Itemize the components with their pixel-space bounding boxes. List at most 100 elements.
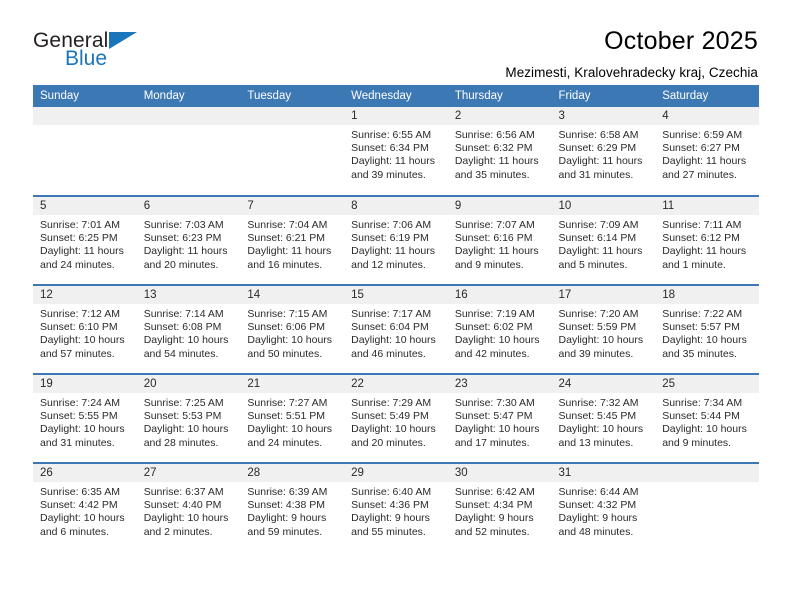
general-blue-logo[interactable]: General Blue (33, 28, 163, 76)
day-sunrise-text: Sunrise: 6:42 AM (454, 486, 535, 498)
day-daylight1-text: Daylight: 9 hours (558, 512, 638, 525)
day-sunrise-text: Sunrise: 7:19 AM (454, 308, 535, 320)
day-number: 16 (447, 286, 552, 304)
day-daylight2-text: and 20 minutes. (143, 258, 219, 271)
day-number: 17 (551, 286, 656, 304)
day-daylight2-text: and 13 minutes. (558, 436, 634, 449)
calendar-day-cell[interactable]: 12 Sunrise: 7:12 AM Sunset: 6:10 PM Dayligh… (33, 284, 137, 374)
day-sunset-text: Sunset: 5:53 PM (143, 410, 222, 423)
day-sunset-text: Sunset: 6:10 PM (40, 321, 118, 334)
calendar-day-cell[interactable]: 3 Sunrise: 6:58 AM Sunset: 6:29 PM Daylight… (551, 107, 656, 196)
day-sunrise-text: Sunrise: 6:37 AM (143, 486, 224, 498)
day-daylight2-text: and 16 minutes. (247, 258, 323, 271)
day-daylight2-text: and 39 minutes. (351, 168, 426, 181)
calendar-day-cell[interactable]: 27 Sunrise: 6:37 AM Sunset: 4:40 PM Dayligh… (136, 462, 241, 552)
day-daylight1-text: Daylight: 10 hours (247, 423, 333, 436)
day-sunset-text: Sunset: 6:12 PM (662, 232, 740, 245)
calendar-day-cell[interactable]: 28 Sunrise: 6:39 AM Sunset: 4:38 PM Dayligh… (240, 462, 345, 552)
calendar-day-cell[interactable]: 13 Sunrise: 7:14 AM Sunset: 6:08 PM Dayligh… (136, 284, 241, 374)
day-daylight2-text: and 20 minutes. (351, 436, 426, 449)
day-daylight1-text: Daylight: 11 hours (351, 245, 435, 258)
day-number: 7 (240, 197, 345, 215)
calendar-day-cell[interactable]: 9 Sunrise: 7:07 AM Sunset: 6:16 PM Daylight… (447, 195, 552, 285)
day-daylight1-text: Daylight: 10 hours (40, 334, 125, 347)
day-sunset-text: Sunset: 5:57 PM (662, 321, 740, 334)
day-sun-info: Sunrise: 7:34 AM Sunset: 5:44 PM Daylight:… (655, 393, 759, 450)
calendar-day-cell[interactable]: 2 Sunrise: 6:56 AM Sunset: 6:32 PM Daylight… (447, 107, 552, 196)
calendar-day-cell[interactable]: 22 Sunrise: 7:29 AM Sunset: 5:49 PM Dayligh… (344, 373, 448, 463)
day-daylight1-text: Daylight: 11 hours (558, 245, 643, 258)
calendar-page: General Blue October 2025 Mezimesti, Kra… (0, 0, 792, 612)
day-number: 18 (655, 286, 759, 304)
day-daylight1-text: Daylight: 9 hours (247, 512, 327, 525)
day-sunset-text: Sunset: 6:19 PM (351, 232, 429, 245)
calendar-day-cell-empty (33, 107, 137, 196)
day-sun-info: Sunrise: 7:20 AM Sunset: 5:59 PM Daylight:… (552, 304, 656, 361)
day-daylight2-text: and 9 minutes. (662, 436, 732, 449)
calendar-day-cell[interactable]: 21 Sunrise: 7:27 AM Sunset: 5:51 PM Dayligh… (240, 373, 345, 463)
day-daylight1-text: Daylight: 10 hours (454, 334, 540, 347)
day-sunset-text: Sunset: 6:34 PM (351, 142, 429, 155)
day-daylight1-text: Daylight: 10 hours (558, 423, 644, 436)
calendar-day-cell[interactable]: 18 Sunrise: 7:22 AM Sunset: 5:57 PM Dayligh… (655, 284, 759, 374)
page-header: General Blue October 2025 Mezimesti, Kra… (0, 0, 792, 81)
day-sunset-text: Sunset: 6:29 PM (558, 142, 637, 155)
calendar-day-cell-empty (240, 107, 345, 196)
day-sun-info: Sunrise: 7:03 AM Sunset: 6:23 PM Daylight:… (137, 215, 241, 272)
calendar-day-cell[interactable]: 17 Sunrise: 7:20 AM Sunset: 5:59 PM Dayligh… (551, 284, 656, 374)
day-sunset-text: Sunset: 4:42 PM (40, 499, 118, 512)
day-sun-info: Sunrise: 6:40 AM Sunset: 4:36 PM Daylight:… (344, 482, 448, 539)
calendar-day-cell[interactable]: 1 Sunrise: 6:55 AM Sunset: 6:34 PM Daylight… (344, 107, 448, 196)
calendar-day-cell[interactable]: 30 Sunrise: 6:42 AM Sunset: 4:34 PM Dayligh… (447, 462, 552, 552)
calendar-day-cell[interactable]: 4 Sunrise: 6:59 AM Sunset: 6:27 PM Daylight… (655, 107, 759, 196)
day-daylight1-text: Daylight: 10 hours (40, 423, 125, 436)
day-sunrise-text: Sunrise: 7:20 AM (558, 308, 639, 320)
day-daylight1-text: Daylight: 11 hours (247, 245, 332, 258)
day-sun-info: Sunrise: 7:12 AM Sunset: 6:10 PM Daylight:… (33, 304, 137, 361)
day-sun-info: Sunrise: 7:15 AM Sunset: 6:06 PM Daylight:… (240, 304, 344, 361)
day-daylight2-text: and 55 minutes. (351, 525, 426, 538)
calendar-day-cell[interactable]: 8 Sunrise: 7:06 AM Sunset: 6:19 PM Daylight… (344, 195, 448, 285)
day-number: 1 (344, 107, 448, 125)
day-number: 2 (447, 107, 552, 125)
calendar-day-cell[interactable]: 25 Sunrise: 7:34 AM Sunset: 5:44 PM Dayligh… (655, 373, 759, 463)
day-sunrise-text: Sunrise: 7:07 AM (454, 219, 535, 231)
calendar-day-cell[interactable]: 7 Sunrise: 7:04 AM Sunset: 6:21 PM Daylight… (240, 195, 345, 285)
calendar-day-cell[interactable]: 20 Sunrise: 7:25 AM Sunset: 5:53 PM Dayligh… (136, 373, 241, 463)
calendar-day-cell[interactable]: 16 Sunrise: 7:19 AM Sunset: 6:02 PM Dayligh… (447, 284, 552, 374)
day-sunrise-text: Sunrise: 6:44 AM (558, 486, 639, 498)
day-sun-info: Sunrise: 7:11 AM Sunset: 6:12 PM Daylight:… (655, 215, 759, 272)
day-daylight1-text: Daylight: 10 hours (558, 334, 644, 347)
calendar-day-cell[interactable]: 11 Sunrise: 7:11 AM Sunset: 6:12 PM Dayligh… (655, 195, 759, 285)
day-daylight1-text: Daylight: 10 hours (143, 423, 229, 436)
day-number: 11 (655, 197, 759, 215)
day-sunset-text: Sunset: 6:21 PM (247, 232, 326, 245)
day-sun-info: Sunrise: 7:27 AM Sunset: 5:51 PM Daylight:… (240, 393, 344, 450)
day-sunset-text: Sunset: 4:34 PM (454, 499, 533, 512)
calendar-day-cell[interactable]: 24 Sunrise: 7:32 AM Sunset: 5:45 PM Dayligh… (551, 373, 656, 463)
logo-text-blue: Blue (65, 47, 108, 70)
day-number (240, 107, 345, 125)
calendar-day-cell[interactable]: 31 Sunrise: 6:44 AM Sunset: 4:32 PM Dayligh… (551, 462, 656, 552)
calendar-day-cell[interactable]: 6 Sunrise: 7:03 AM Sunset: 6:23 PM Daylight… (136, 195, 241, 285)
calendar-day-cell[interactable]: 10 Sunrise: 7:09 AM Sunset: 6:14 PM Dayligh… (551, 195, 656, 285)
page-subtitle: Mezimesti, Kralovehradecky kraj, Czechia (505, 65, 758, 81)
day-daylight1-text: Daylight: 10 hours (40, 512, 125, 525)
calendar-day-cell[interactable]: 19 Sunrise: 7:24 AM Sunset: 5:55 PM Dayligh… (33, 373, 137, 463)
calendar-day-cell[interactable]: 23 Sunrise: 7:30 AM Sunset: 5:47 PM Dayligh… (447, 373, 552, 463)
day-sun-info: Sunrise: 6:39 AM Sunset: 4:38 PM Daylight:… (240, 482, 344, 539)
page-title: October 2025 (604, 27, 758, 55)
calendar-day-cell[interactable]: 14 Sunrise: 7:15 AM Sunset: 6:06 PM Dayligh… (240, 284, 345, 374)
day-sun-info: Sunrise: 7:04 AM Sunset: 6:21 PM Daylight:… (240, 215, 344, 272)
day-number: 5 (33, 197, 137, 215)
day-sunrise-text: Sunrise: 7:34 AM (662, 397, 743, 409)
calendar-week-row: 19 Sunrise: 7:24 AM Sunset: 5:55 PM Dayligh… (33, 373, 759, 463)
day-sunrise-text: Sunrise: 7:03 AM (143, 219, 224, 231)
calendar-day-cell[interactable]: 26 Sunrise: 6:35 AM Sunset: 4:42 PM Dayligh… (33, 462, 137, 552)
calendar-day-cell[interactable]: 5 Sunrise: 7:01 AM Sunset: 6:25 PM Daylight… (33, 195, 137, 285)
day-number (655, 464, 759, 482)
day-number: 27 (136, 464, 241, 482)
day-daylight2-text: and 24 minutes. (247, 436, 323, 449)
calendar-day-cell[interactable]: 29 Sunrise: 6:40 AM Sunset: 4:36 PM Dayligh… (344, 462, 448, 552)
calendar-day-cell[interactable]: 15 Sunrise: 7:17 AM Sunset: 6:04 PM Dayligh… (344, 284, 448, 374)
